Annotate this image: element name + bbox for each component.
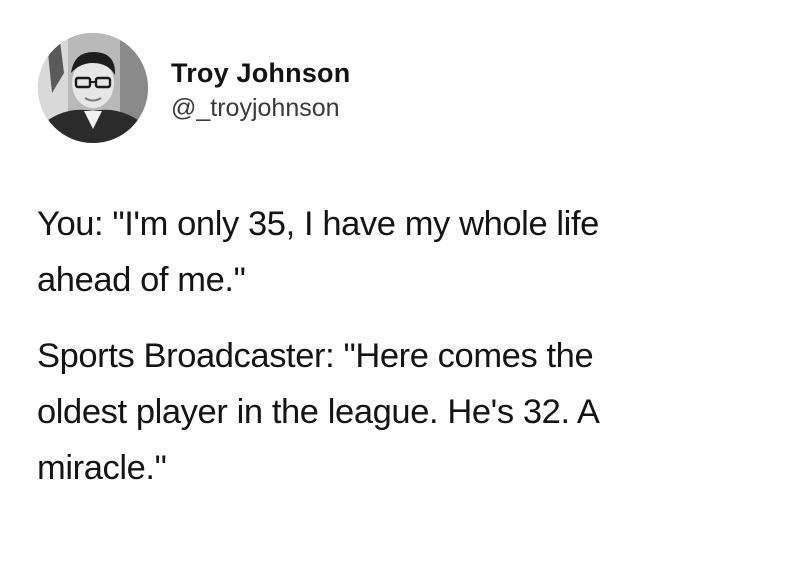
tweet-line: ahead of me."	[37, 261, 246, 299]
avatar[interactable]	[38, 33, 148, 143]
tweet-line: Sports Broadcaster: "Here comes the	[37, 337, 594, 375]
display-name[interactable]: Troy Johnson	[171, 57, 350, 89]
tweet-paragraph: Sports Broadcaster: "Here comes the olde…	[37, 328, 777, 496]
tweet-header: Troy Johnson @_troyjohnson	[38, 33, 738, 155]
tweet-paragraph: You: "I'm only 35, I have my whole life …	[37, 196, 777, 308]
author-info: Troy Johnson @_troyjohnson	[171, 57, 350, 123]
user-handle[interactable]: @_troyjohnson	[171, 93, 350, 123]
tweet-line: oldest player in the league. He's 32. A	[37, 393, 600, 431]
tweet-card: Troy Johnson @_troyjohnson You: "I'm onl…	[0, 0, 800, 575]
tweet-line: miracle."	[37, 449, 167, 487]
user-photo-avatar-icon	[38, 33, 148, 143]
tweet-line: You: "I'm only 35, I have my whole life	[37, 205, 599, 243]
tweet-text: You: "I'm only 35, I have my whole life …	[37, 196, 777, 496]
